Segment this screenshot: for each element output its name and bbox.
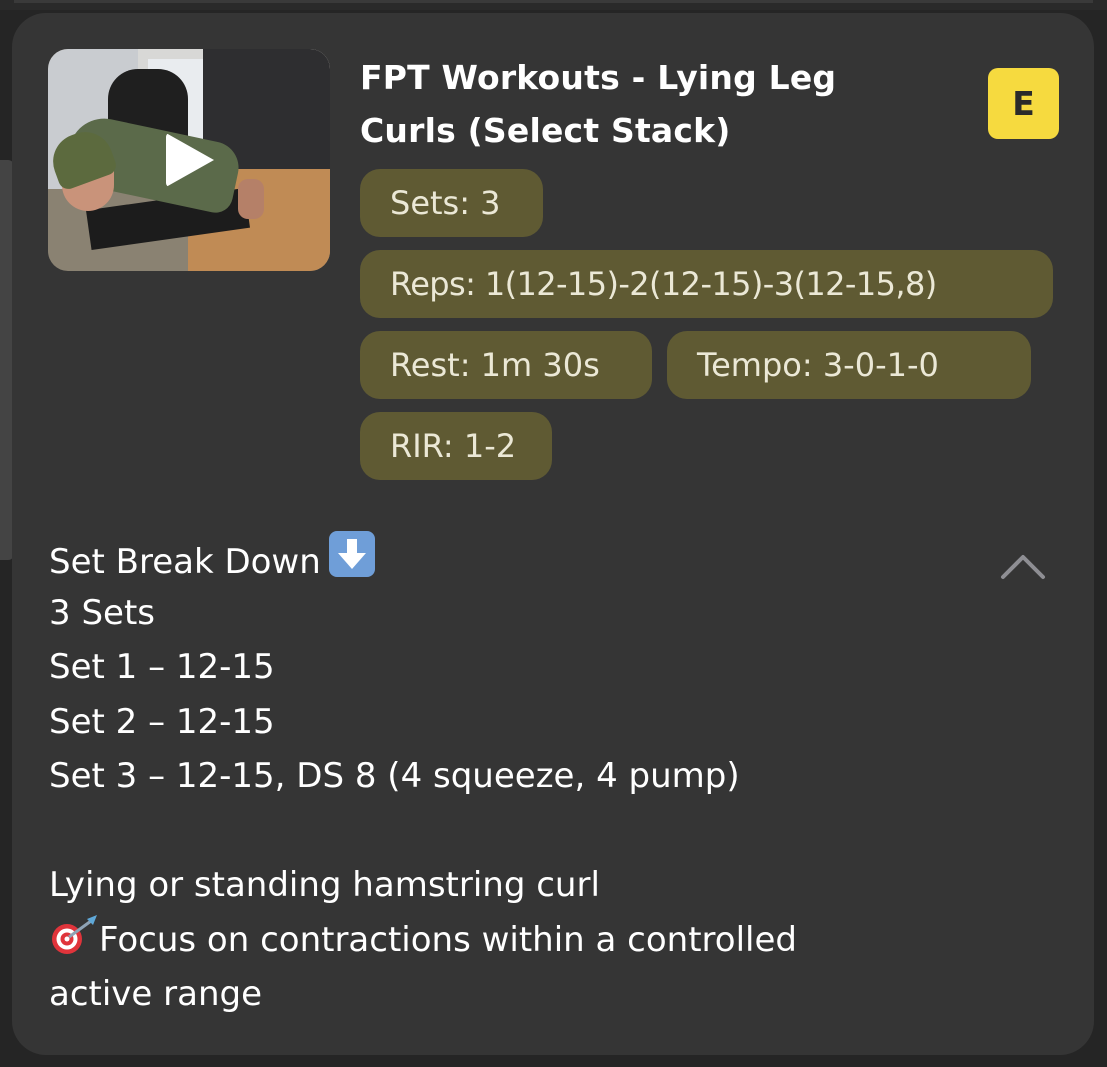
rir-chip: RIR: 1-2 (360, 412, 552, 480)
play-icon[interactable] (166, 133, 214, 187)
focus-line-continued: active range (49, 974, 263, 1014)
sets-chip: Sets: 3 (360, 169, 543, 237)
rest-chip: Rest: 1m 30s (360, 331, 652, 399)
top-divider (0, 0, 1107, 10)
difficulty-badge: E (988, 68, 1059, 139)
description-line: Set 2 – 12-15 (49, 701, 275, 742)
description-line: Set 1 – 12-15 (49, 647, 275, 687)
exercise-video-thumbnail[interactable] (48, 49, 330, 271)
focus-line: Focus on contractions within a controlle… (49, 913, 1029, 968)
down-arrow-emoji-icon (328, 531, 375, 577)
description-line: 3 Sets (49, 592, 155, 633)
target-dart-emoji-icon (49, 914, 99, 957)
tempo-chip: Tempo: 3-0-1-0 (667, 331, 1031, 399)
set-breakdown-heading: Set Break Down (49, 531, 1029, 586)
exercise-card: FPT Workouts - Lying Leg Curls (Select S… (12, 13, 1094, 1055)
exercise-title: FPT Workouts - Lying Leg Curls (Select S… (360, 58, 837, 150)
reps-chip: Reps: 1(12-15)-2(12-15)-3(12-15,8) (360, 250, 1053, 318)
exercise-description: Set Break Down 3 Sets Set 1 – 12-15 Set … (49, 531, 1029, 1022)
exercise-line: Lying or standing hamstring curl (49, 865, 600, 905)
description-line: Set 3 – 12-15, DS 8 (4 squeeze, 4 pump) (49, 756, 740, 796)
